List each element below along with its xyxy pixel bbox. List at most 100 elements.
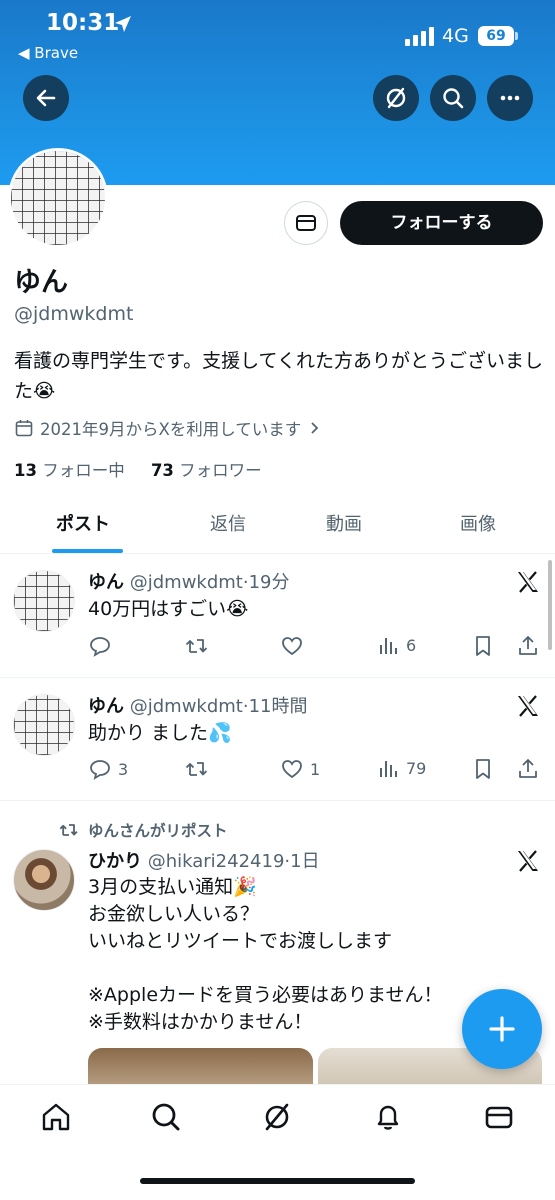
tab-replies[interactable]: 返信	[210, 510, 246, 536]
post-header: ゆん @jdmwkdmt·11時間	[88, 696, 308, 717]
plus-icon	[489, 1016, 515, 1042]
profile-tabs: ポスト 返信 動画 画像	[0, 500, 555, 554]
grok-button[interactable]	[373, 75, 419, 121]
post-author-handle: @hikari242419	[147, 851, 285, 872]
profile-bio: 看護の専門学生です。支援してくれた方ありがとうございました😭	[14, 350, 543, 402]
tab-images[interactable]: 画像	[460, 510, 496, 536]
nav-notifications[interactable]	[370, 1099, 406, 1135]
battery-tip	[515, 32, 518, 40]
repost-indicator: ゆんさんがリポスト	[58, 819, 228, 841]
profile-avatar[interactable]	[8, 148, 108, 248]
profile-handle: @jdmwkdmt	[14, 303, 134, 325]
post-author-name: ひかり	[88, 851, 142, 872]
post-item[interactable]: ゆん @jdmwkdmt·11時間 助かり ました💦 3 1 79	[0, 678, 555, 801]
views-button[interactable]: 79	[378, 757, 426, 779]
network-type: 4G	[442, 25, 469, 47]
search-icon	[443, 88, 464, 109]
x-logo-icon[interactable]	[516, 694, 540, 718]
more-dots-icon	[500, 95, 520, 101]
repost-button[interactable]	[184, 634, 216, 658]
post-author-name: ゆん	[88, 696, 124, 717]
x-logo-icon[interactable]	[516, 849, 540, 873]
post-avatar[interactable]	[13, 694, 75, 756]
x-logo-icon[interactable]	[516, 570, 540, 594]
views-icon	[380, 761, 397, 777]
tab-videos[interactable]: 動画	[326, 510, 362, 536]
tab-posts[interactable]: ポスト	[56, 510, 110, 536]
bell-icon	[377, 1105, 399, 1130]
home-indicator	[140, 1178, 415, 1184]
share-button[interactable]	[516, 757, 540, 781]
nav-home[interactable]	[38, 1099, 74, 1135]
signal-icon	[405, 27, 434, 46]
nav-grok[interactable]	[259, 1099, 295, 1135]
status-time: 10:31	[46, 10, 120, 36]
like-count: 1	[310, 759, 321, 779]
repost-label: ゆんさんがリポスト	[88, 822, 228, 840]
following-link[interactable]: 13 フォロー中	[14, 461, 125, 480]
bookmark-button[interactable]	[472, 634, 494, 658]
post-author-handle: @jdmwkdmt	[129, 572, 243, 593]
joined-date-link[interactable]: 2021年9月からXを利用しています	[14, 416, 321, 440]
share-icon	[519, 759, 537, 778]
post-header: ひかり @hikari242419·1日	[88, 851, 320, 872]
like-button[interactable]: 1	[280, 757, 320, 781]
post-time: 19分	[248, 572, 290, 593]
repost-icon	[59, 824, 78, 836]
home-icon	[42, 1103, 70, 1131]
location-arrow-icon	[115, 16, 131, 32]
share-icon	[519, 636, 537, 655]
reply-icon	[90, 760, 110, 780]
search-button[interactable]	[430, 75, 476, 121]
message-button[interactable]	[284, 201, 328, 245]
follow-button[interactable]: フォローする	[340, 201, 543, 245]
joined-text: 2021年9月からXを利用しています	[40, 420, 302, 439]
reply-button[interactable]: 3	[88, 757, 128, 781]
back-to-app-link[interactable]: ◀ Brave	[18, 44, 78, 62]
profile-name: ゆん	[14, 267, 68, 298]
followers-link[interactable]: 73 フォロワー	[151, 461, 262, 480]
post-author-handle: @jdmwkdmt	[129, 696, 243, 717]
post-item[interactable]: ゆん @jdmwkdmt·19分 40万円はすごい😭 6	[0, 554, 555, 678]
nav-search[interactable]	[148, 1099, 184, 1135]
following-count: 13	[14, 461, 37, 480]
scrollbar[interactable]	[548, 560, 552, 650]
views-icon	[380, 638, 397, 654]
reply-icon	[90, 637, 110, 657]
heart-icon	[282, 760, 302, 779]
followers-label: フォロワー	[179, 461, 262, 480]
view-count: 79	[406, 758, 427, 778]
repost-button[interactable]	[184, 757, 216, 781]
bookmark-icon	[476, 759, 490, 779]
nav-messages[interactable]	[481, 1099, 517, 1135]
arrow-left-icon	[36, 89, 56, 107]
grok-icon	[386, 87, 406, 109]
status-bar: 10:31 ◀ Brave 4G 69	[0, 0, 555, 70]
post-text: 40万円はすごい😭	[88, 598, 249, 620]
more-button[interactable]	[487, 75, 533, 121]
reply-count: 3	[118, 759, 129, 779]
heart-icon	[282, 637, 302, 656]
compose-button[interactable]	[462, 989, 542, 1069]
calendar-icon	[15, 420, 33, 437]
share-button[interactable]	[516, 634, 540, 658]
repost-icon	[185, 639, 208, 653]
like-button[interactable]	[280, 634, 310, 658]
battery-icon: 69	[478, 26, 514, 46]
post-actions: 6	[88, 634, 548, 660]
post-author-name: ゆん	[88, 572, 124, 593]
post-avatar[interactable]	[13, 849, 75, 911]
post-avatar[interactable]	[13, 570, 75, 632]
post-time: 1日	[290, 851, 320, 872]
post-media-image[interactable]	[88, 1048, 313, 1088]
back-button[interactable]	[23, 75, 69, 121]
search-icon	[152, 1103, 180, 1131]
chevron-right-icon	[311, 422, 319, 434]
reply-button[interactable]	[88, 634, 118, 658]
view-count: 6	[406, 635, 417, 655]
bookmark-icon	[476, 636, 490, 656]
followers-count: 73	[150, 461, 174, 480]
bookmark-button[interactable]	[472, 757, 494, 781]
views-button[interactable]: 6	[378, 634, 416, 656]
post-text: 3月の支払い通知🎉 お金欲しい人いる？ いいねとリツイートでお渡しします ※Ap…	[88, 876, 443, 1033]
